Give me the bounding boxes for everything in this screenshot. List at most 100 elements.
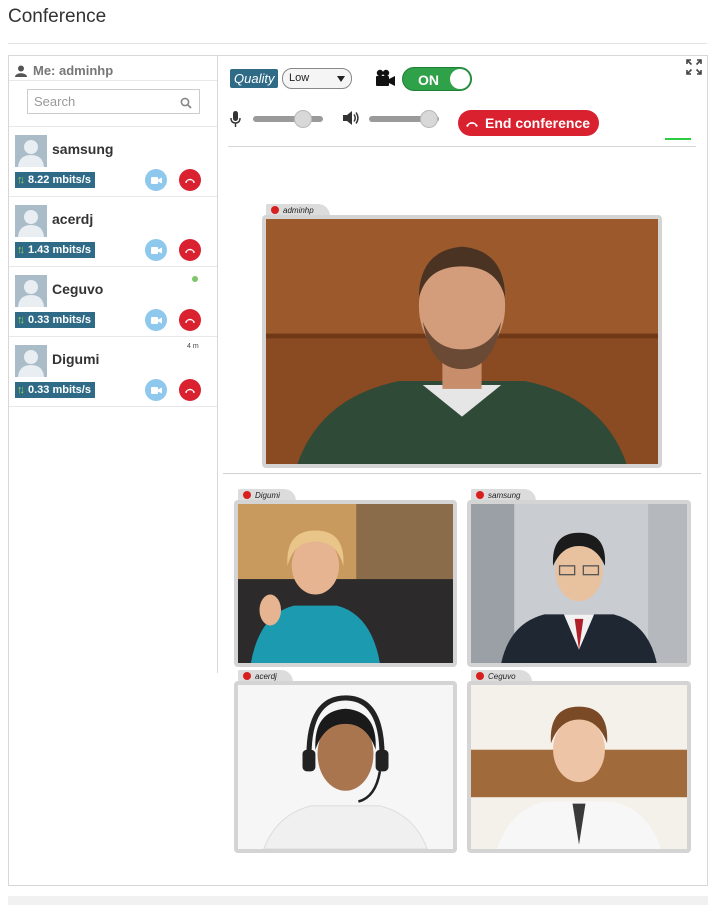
video-feed <box>238 504 453 663</box>
connection-signal-indicator <box>665 138 691 140</box>
chevron-down-icon <box>337 76 345 82</box>
speaker-volume-slider[interactable] <box>369 110 439 128</box>
online-status-icon <box>192 276 198 282</box>
search-box <box>27 89 200 114</box>
footer-strip <box>8 896 708 905</box>
transfer-arrows-icon: ↑↓ <box>17 384 25 396</box>
phone-hangup-icon <box>184 241 196 259</box>
video-tile-label: adminhp <box>283 205 314 215</box>
user-icon <box>15 65 27 77</box>
hangup-button[interactable] <box>179 169 201 191</box>
avatar <box>15 205 47 237</box>
participant-video-tile[interactable]: Ceguvo <box>467 670 691 853</box>
video-call-button[interactable] <box>145 169 167 191</box>
conference-panel: Me: adminhp samsung↑↓8.22 mbits/sacerdj↑… <box>8 55 708 886</box>
video-call-button[interactable] <box>145 379 167 401</box>
main-video-tile[interactable]: adminhp <box>262 204 662 468</box>
transfer-arrows-icon: ↑↓ <box>17 314 25 326</box>
quality-select[interactable]: Low <box>282 68 352 89</box>
video-feed <box>471 504 687 663</box>
record-indicator-icon <box>243 491 251 499</box>
microphone-icon <box>230 111 241 132</box>
quality-label: Quality <box>230 69 279 88</box>
contact-row[interactable]: Digumi 4 m ↑↓ 0.33 mbits/s <box>9 337 217 407</box>
hangup-button[interactable] <box>179 309 201 331</box>
phone-hangup-icon <box>465 115 479 131</box>
video-call-button[interactable] <box>145 239 167 261</box>
current-user-row: Me: adminhp <box>9 56 217 81</box>
video-camera-icon <box>375 69 397 92</box>
video-feed <box>266 219 658 464</box>
mic-slider-knob[interactable] <box>294 110 313 128</box>
bandwidth-value: 8.22 mbits/s <box>28 174 91 186</box>
record-indicator-icon <box>271 206 279 214</box>
controls-divider <box>228 146 696 147</box>
participant-video-tile[interactable]: Digumi <box>234 489 457 667</box>
record-indicator-icon <box>476 491 484 499</box>
video-tile-label: samsung <box>488 490 521 500</box>
end-conference-label: End conference <box>485 115 591 131</box>
title-divider <box>8 43 707 44</box>
transfer-arrows-icon: ↑↓ <box>17 174 25 186</box>
video-tile-label: acerdj <box>255 671 277 681</box>
video-frame <box>234 681 457 853</box>
expand-icon[interactable] <box>686 59 702 80</box>
contact-name: samsung <box>52 141 114 157</box>
search-section <box>9 81 217 127</box>
bandwidth-badge: ↑↓ 0.33 mbits/s <box>15 382 95 398</box>
speaker-slider-knob[interactable] <box>419 110 438 128</box>
idle-time: 4 m <box>187 343 199 350</box>
hangup-button[interactable] <box>179 239 201 261</box>
avatar <box>15 275 47 307</box>
contact-row[interactable]: samsung ↑↓ 8.22 mbits/s <box>9 127 217 197</box>
search-input[interactable] <box>28 90 199 113</box>
phone-hangup-icon <box>184 381 196 399</box>
participants-sidebar: Me: adminhp samsung↑↓8.22 mbits/sacerdj↑… <box>9 56 218 673</box>
video-camera-icon <box>150 381 162 399</box>
page-title: Conference <box>8 6 107 27</box>
camera-toggle-label: ON <box>418 72 439 88</box>
participant-video-tile[interactable]: acerdj <box>234 670 457 853</box>
record-indicator-icon <box>476 672 484 680</box>
mic-volume-slider[interactable] <box>253 110 323 128</box>
speaker-icon <box>343 111 360 130</box>
end-conference-button[interactable]: End conference <box>458 110 599 136</box>
tiles-divider <box>223 473 701 474</box>
record-indicator-icon <box>243 672 251 680</box>
contact-row[interactable]: acerdj ↑↓ 1.43 mbits/s <box>9 197 217 267</box>
bandwidth-badge: ↑↓ 1.43 mbits/s <box>15 242 95 258</box>
contact-row[interactable]: Ceguvo ↑↓ 0.33 mbits/s <box>9 267 217 337</box>
video-feed <box>471 685 687 849</box>
contact-name: acerdj <box>52 211 94 227</box>
avatar <box>15 345 47 377</box>
avatar <box>15 135 47 167</box>
toggle-knob <box>450 69 470 89</box>
video-camera-icon <box>150 241 162 259</box>
bandwidth-badge: ↑↓ 8.22 mbits/s <box>15 172 95 188</box>
video-call-button[interactable] <box>145 309 167 331</box>
hangup-button[interactable] <box>179 379 201 401</box>
camera-toggle[interactable]: ON <box>402 67 472 91</box>
video-frame <box>467 500 691 667</box>
contact-name: Ceguvo <box>52 281 104 297</box>
quality-selected-value: Low <box>289 72 310 84</box>
video-tile-label: Digumi <box>255 490 280 500</box>
phone-hangup-icon <box>184 311 196 329</box>
video-frame <box>262 215 662 468</box>
video-camera-icon <box>150 171 162 189</box>
participant-video-tile[interactable]: samsung <box>467 489 691 667</box>
contact-list: samsung ↑↓ 8.22 mbits/s acerdj ↑↓ 1.43 mbits/… <box>9 127 217 407</box>
video-feed <box>238 685 453 849</box>
bandwidth-value: 0.33 mbits/s <box>28 314 91 326</box>
phone-hangup-icon <box>184 171 196 189</box>
search-icon[interactable] <box>180 96 192 114</box>
bandwidth-value: 0.33 mbits/s <box>28 384 91 396</box>
bandwidth-value: 1.43 mbits/s <box>28 244 91 256</box>
video-tile-label: Ceguvo <box>488 671 516 681</box>
video-camera-icon <box>150 311 162 329</box>
video-frame <box>467 681 691 853</box>
current-user-label: Me: adminhp <box>33 63 114 78</box>
contact-name: Digumi <box>52 351 100 367</box>
transfer-arrows-icon: ↑↓ <box>17 244 25 256</box>
video-frame <box>234 500 457 667</box>
